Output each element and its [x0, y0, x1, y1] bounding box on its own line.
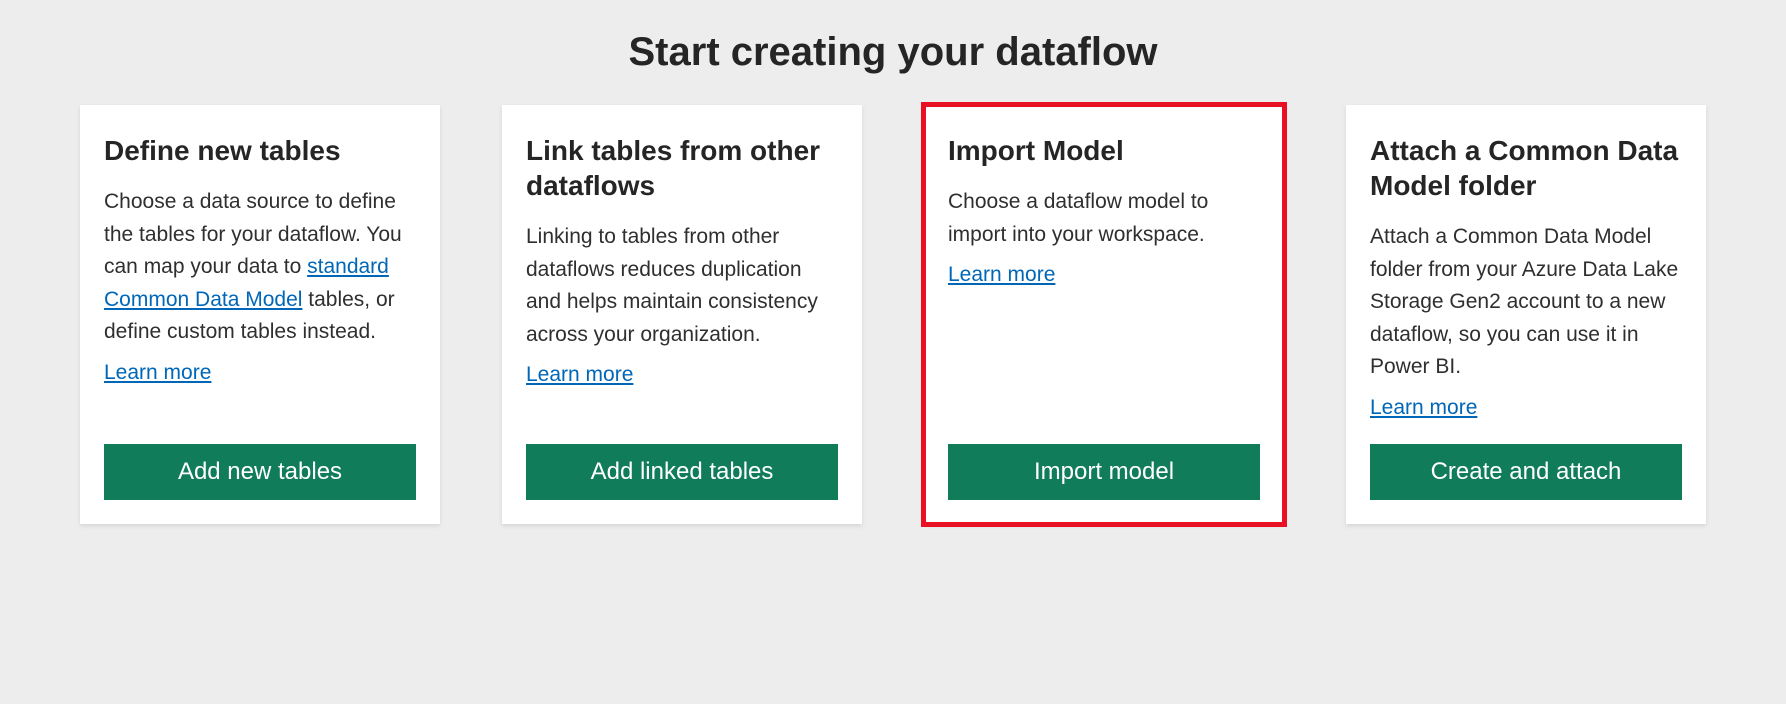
card-body: Choose a data source to define the table…: [104, 186, 416, 420]
card-define-new-tables: Define new tables Choose a data source t…: [80, 105, 440, 524]
card-description: Linking to tables from other dataflows r…: [526, 221, 838, 351]
import-model-button[interactable]: Import model: [948, 444, 1260, 500]
card-title: Link tables from other dataflows: [526, 133, 838, 203]
create-and-attach-button[interactable]: Create and attach: [1370, 444, 1682, 500]
learn-more-link[interactable]: Learn more: [1370, 396, 1477, 420]
card-description: Choose a data source to define the table…: [104, 186, 416, 349]
card-title: Import Model: [948, 133, 1260, 168]
add-linked-tables-button[interactable]: Add linked tables: [526, 444, 838, 500]
learn-more-link[interactable]: Learn more: [948, 263, 1055, 287]
page-title: Start creating your dataflow: [24, 30, 1762, 75]
card-title: Attach a Common Data Model folder: [1370, 133, 1682, 203]
learn-more-link[interactable]: Learn more: [526, 363, 633, 387]
card-import-model: Import Model Choose a dataflow model to …: [924, 105, 1284, 524]
add-new-tables-button[interactable]: Add new tables: [104, 444, 416, 500]
card-link-tables: Link tables from other dataflows Linking…: [502, 105, 862, 524]
learn-more-link[interactable]: Learn more: [104, 361, 211, 385]
card-description: Attach a Common Data Model folder from y…: [1370, 221, 1682, 384]
card-description: Choose a dataflow model to import into y…: [948, 186, 1260, 251]
card-attach-cdm-folder: Attach a Common Data Model folder Attach…: [1346, 105, 1706, 524]
cards-container: Define new tables Choose a data source t…: [24, 105, 1762, 524]
card-title: Define new tables: [104, 133, 416, 168]
card-body: Choose a dataflow model to import into y…: [948, 186, 1260, 420]
card-body: Linking to tables from other dataflows r…: [526, 221, 838, 420]
card-body: Attach a Common Data Model folder from y…: [1370, 221, 1682, 420]
